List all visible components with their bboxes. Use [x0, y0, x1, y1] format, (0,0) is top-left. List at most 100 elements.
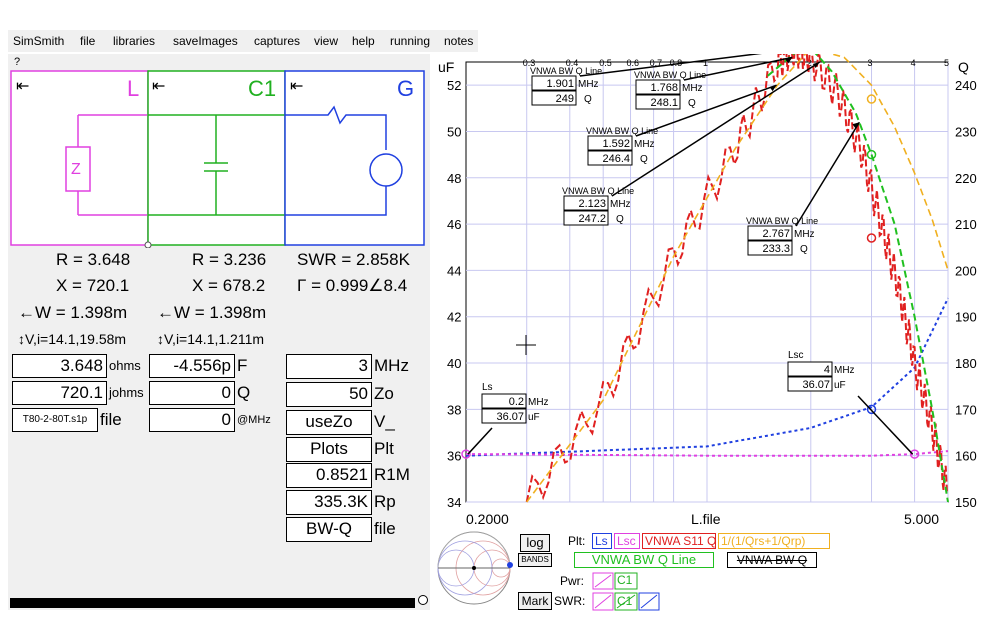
legend-bwq-line[interactable]: VNWA BW Q Line	[574, 552, 714, 568]
l-file-input[interactable]: T80-2-80T.s1p	[12, 408, 98, 432]
menu-libraries[interactable]: libraries	[113, 33, 155, 49]
y-tick-left-4: 44	[447, 263, 461, 278]
x-tick-top-9: 4	[911, 58, 916, 68]
source-symbol	[369, 153, 403, 187]
menu-view[interactable]: view	[314, 33, 338, 49]
annotation-mhz-value-4: 2.767	[762, 228, 790, 240]
smith-chart[interactable]	[436, 530, 516, 610]
annotation-mhz-unit-3: MHz	[610, 199, 631, 210]
annotation-title-4: VNWA BW Q Line	[746, 216, 818, 226]
c1-q-unit: Q	[237, 383, 251, 402]
readout-c1-x: X = 678.2	[192, 276, 266, 295]
annotation-title-1: VNWA BW Q Line	[634, 70, 706, 80]
annotation-mhz-value-0: 1.901	[546, 78, 574, 90]
y-tick-left-6: 40	[447, 356, 461, 371]
g-usezo-button[interactable]: useZo	[286, 410, 372, 435]
chart-svg[interactable]: 0.3 0.4 0.5 0.6 0.7 0.8 1 2 3 4 552504846444240383…	[436, 54, 988, 530]
help-mark[interactable]: ?	[14, 56, 20, 68]
mark-button[interactable]: Mark	[518, 592, 552, 610]
c1-mhz-input[interactable]: 0	[149, 408, 235, 432]
point-uf-unit-1: uF	[834, 380, 846, 391]
arrow-icon-C1[interactable]: ⇤	[152, 76, 165, 96]
pwr-label: Pwr:	[560, 574, 584, 588]
y-tick-right-4: 200	[955, 263, 977, 278]
bands-button[interactable]: BANDS	[518, 553, 552, 567]
y-tick-right-2: 220	[955, 171, 977, 186]
annotation-mhz-value-2: 1.592	[602, 138, 630, 150]
g-plots-button[interactable]: Plots	[286, 437, 372, 462]
annotation-mhz-value-3: 2.123	[578, 198, 606, 210]
y-tick-right-0: 240	[955, 78, 977, 93]
y-tick-right-7: 170	[955, 402, 977, 417]
c1-q-input[interactable]: 0	[149, 381, 235, 405]
menu-running[interactable]: running	[390, 33, 430, 49]
menu-help[interactable]: help	[352, 33, 375, 49]
y-tick-left-3: 46	[447, 217, 461, 232]
g-plots-unit: Plt	[374, 439, 394, 458]
arrow-icon-G[interactable]: ⇤	[290, 76, 303, 96]
g-zo-input[interactable]: 50	[286, 382, 372, 407]
annotation-q-value-0: 249	[556, 93, 574, 105]
log-button[interactable]: log	[520, 534, 550, 552]
point-label-name-1: Lsc	[788, 350, 804, 361]
l-ohms-input[interactable]: 3.648	[12, 354, 107, 378]
g-mhz-input[interactable]: 3	[286, 354, 372, 379]
g-bwq-button[interactable]: BW-Q	[286, 517, 372, 542]
pwr-c1-label[interactable]: C1	[617, 573, 632, 587]
point-label-name-0: Ls	[482, 382, 493, 393]
menu-simsmith[interactable]: SimSmith	[13, 33, 64, 49]
y-tick-right-1: 230	[955, 124, 977, 139]
menu-saveimages[interactable]: saveImages	[173, 33, 238, 49]
menu-file[interactable]: file	[80, 33, 95, 49]
point-mhz-unit-1: MHz	[834, 365, 855, 376]
y-tick-left-2: 48	[447, 171, 461, 186]
readout-c1-w: ←W = 1.398m	[157, 303, 267, 322]
component-title-G: G	[397, 76, 415, 101]
readout-l-w: ←W = 1.398m	[18, 303, 128, 322]
point-mhz-value-1: 4	[824, 364, 830, 376]
y-unit-left: uF	[438, 59, 454, 75]
y-tick-left-8: 36	[447, 449, 461, 464]
annotation-q-unit-2: Q	[640, 154, 648, 165]
annotation-mhz-unit-1: MHz	[682, 83, 703, 94]
x-tick-top-8: 3	[868, 58, 873, 68]
horizontal-scrollbar[interactable]	[10, 598, 415, 608]
readout-swr: SWR = 2.858K	[297, 250, 410, 269]
menu-captures[interactable]: captures	[254, 33, 300, 49]
plt-label: Plt:	[568, 534, 586, 548]
readout-gamma: Γ = 0.999∠8.4	[297, 276, 408, 295]
legend-item-2[interactable]: VNWA S11 Q	[642, 533, 716, 549]
g-rp-unit: Rp	[374, 492, 396, 511]
component-title-C1: C1	[248, 76, 277, 101]
g-usezo-unit: V_	[374, 412, 395, 431]
g-mhz-unit: MHz	[374, 356, 409, 375]
annotation-title-2: VNWA BW Q Line	[586, 126, 658, 136]
point-uf-value-1: 36.07	[802, 379, 830, 391]
swr-c1-label[interactable]: C1	[617, 594, 632, 608]
legend-item-1[interactable]: Lsc	[614, 533, 640, 549]
legend-item-0[interactable]: Ls	[592, 533, 612, 549]
arrow-icon-L[interactable]: ⇤	[16, 76, 29, 96]
y-tick-left-7: 38	[447, 402, 461, 417]
l-johms-unit: johms	[109, 385, 144, 400]
legend-bwq[interactable]: VNWA BW Q	[727, 552, 817, 568]
annotation-mhz-unit-2: MHz	[634, 139, 655, 150]
menu-notes[interactable]: notes	[444, 33, 473, 49]
g-r1m-input[interactable]: 0.8521	[286, 463, 372, 488]
x-label-right: 5.000	[904, 511, 939, 527]
scroll-handle[interactable]	[418, 595, 428, 605]
annotation-q-unit-4: Q	[800, 244, 808, 255]
legend-item-3[interactable]: 1/(1/Qrs+1/Qrp)	[718, 533, 830, 549]
point-mhz-value-0: 0.2	[509, 396, 524, 408]
annotation-mhz-value-1: 1.768	[650, 82, 678, 94]
c1-f-input[interactable]: -4.556p	[149, 354, 235, 378]
c1-f-unit: F	[237, 356, 248, 375]
g-rp-input[interactable]: 335.3K	[286, 490, 372, 515]
l-johms-input[interactable]: 720.1	[12, 381, 107, 405]
readout-l-r: R = 3.648	[56, 250, 131, 269]
c1-mhz-unit: @MHz	[237, 414, 271, 426]
g-r1m-unit: R1M	[374, 465, 410, 484]
annotation-q-unit-0: Q	[584, 94, 592, 105]
g-zo-unit: Zo	[374, 384, 394, 403]
node-dot	[144, 241, 152, 248]
